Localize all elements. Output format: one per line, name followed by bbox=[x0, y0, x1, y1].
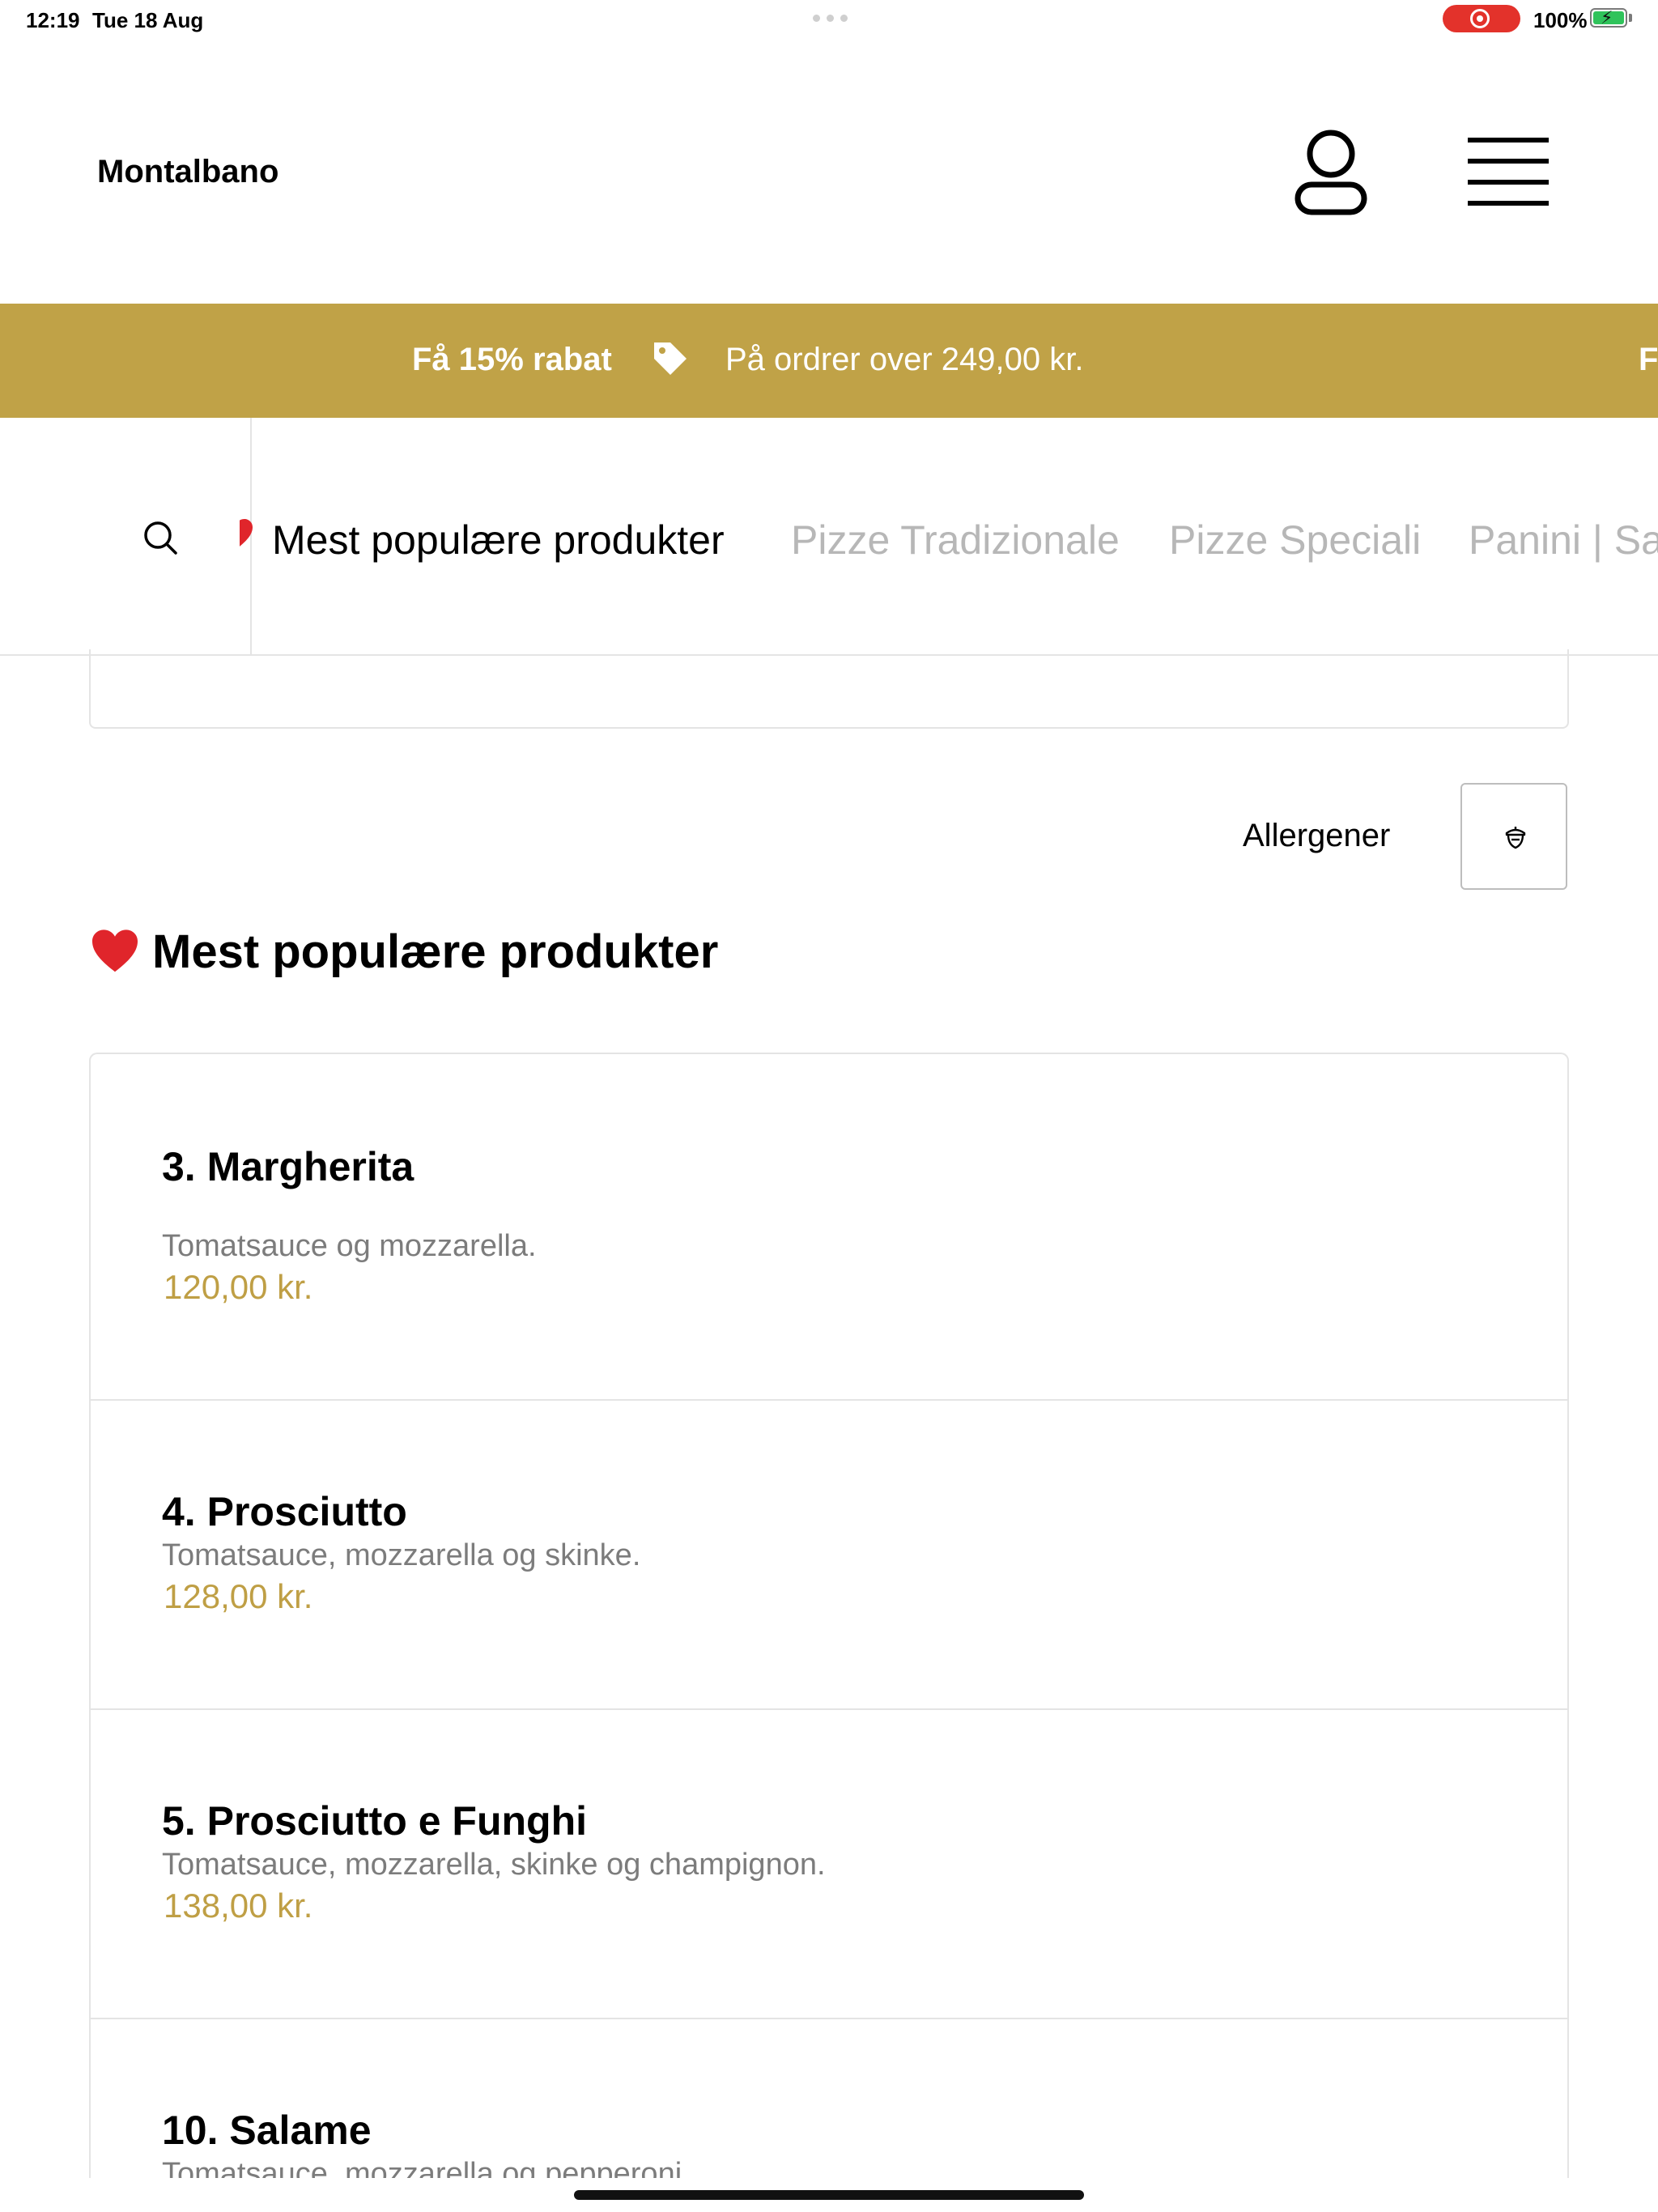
battery-percentage: 100% bbox=[1533, 8, 1588, 32]
allergen-label[interactable]: Allergener bbox=[1243, 818, 1390, 854]
product-description: Tomatsauce, mozzarella, skinke og champi… bbox=[162, 1848, 826, 1882]
allergen-button[interactable] bbox=[1460, 783, 1567, 890]
product-name: 3. Margherita bbox=[162, 1144, 414, 1189]
product-list: 3. Margherita Tomatsauce og mozzarella. … bbox=[89, 1053, 1569, 2186]
tab-pizze-tradizionale[interactable]: Pizze Tradizionale bbox=[791, 517, 1120, 564]
search-button[interactable] bbox=[0, 418, 252, 654]
heart-icon bbox=[90, 929, 140, 978]
status-date: Tue 18 Aug bbox=[92, 8, 204, 32]
card-remnant bbox=[89, 649, 1569, 729]
price-tag-icon bbox=[653, 341, 688, 381]
multitasking-dots-icon[interactable] bbox=[813, 15, 848, 22]
product-item[interactable]: 10. Salame Tomatsauce, mozzarella og pep… bbox=[91, 2019, 1567, 2186]
product-description: Tomatsauce og mozzarella. bbox=[162, 1229, 537, 1263]
home-indicator[interactable] bbox=[574, 2190, 1084, 2200]
status-time: 12:19 bbox=[26, 8, 80, 32]
product-item[interactable]: 3. Margherita Tomatsauce og mozzarella. … bbox=[91, 1054, 1567, 1401]
record-icon bbox=[1470, 9, 1490, 28]
hamburger-menu-icon[interactable] bbox=[1468, 138, 1549, 211]
product-name: 10. Salame bbox=[162, 2108, 372, 2153]
product-description: Tomatsauce, mozzarella og skinke. bbox=[162, 1538, 641, 1572]
user-account-icon[interactable] bbox=[1294, 128, 1368, 221]
product-name: 4. Prosciutto bbox=[162, 1489, 407, 1534]
section-title: Mest populære produkter bbox=[152, 925, 719, 978]
heart-icon-clipped bbox=[240, 518, 253, 551]
promo-next-clipped: F bbox=[1639, 342, 1658, 377]
category-nav: Mest populære produkter Pizze Tradiziona… bbox=[0, 418, 1658, 656]
tab-mest-populaere[interactable]: Mest populære produkter bbox=[272, 517, 725, 564]
brand-name[interactable]: Montalbano bbox=[97, 154, 278, 190]
product-item[interactable]: 5. Prosciutto e Funghi Tomatsauce, mozza… bbox=[91, 1710, 1567, 2019]
tab-panini[interactable]: Panini | Sa bbox=[1469, 517, 1658, 564]
battery-cap bbox=[1629, 14, 1632, 22]
promo-condition: På ordrer over 249,00 kr. bbox=[725, 342, 1084, 377]
search-icon bbox=[144, 521, 177, 555]
product-name: 5. Prosciutto e Funghi bbox=[162, 1798, 588, 1844]
product-item[interactable]: 4. Prosciutto Tomatsauce, mozzarella og … bbox=[91, 1401, 1567, 1710]
product-price: 120,00 kr. bbox=[164, 1268, 313, 1306]
battery-icon: ⚡ bbox=[1590, 8, 1627, 28]
tab-pizze-speciali[interactable]: Pizze Speciali bbox=[1169, 517, 1421, 564]
product-price: 138,00 kr. bbox=[164, 1887, 313, 1925]
acorn-icon bbox=[1505, 827, 1526, 849]
screen-recording-indicator[interactable] bbox=[1443, 5, 1520, 32]
promo-discount: Få 15% rabat bbox=[412, 342, 612, 377]
product-price: 128,00 kr. bbox=[164, 1577, 313, 1615]
promo-banner: Få 15% rabat På ordrer over 249,00 kr. F bbox=[0, 304, 1658, 418]
